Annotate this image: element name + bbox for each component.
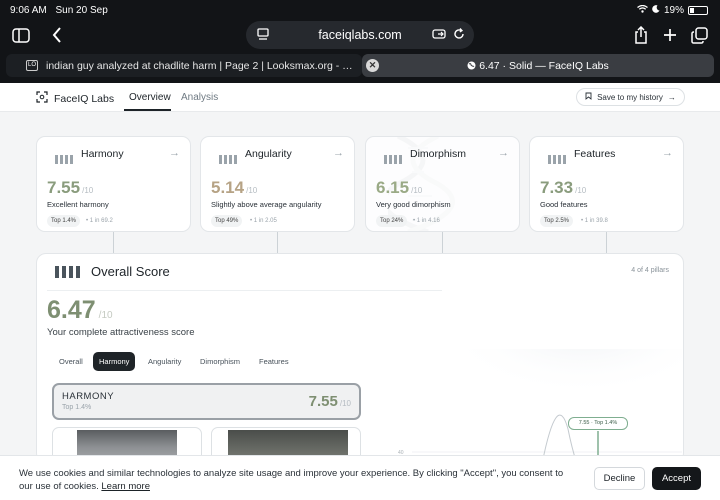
active-tab-indicator [124,109,171,111]
pillar-description: Slightly above average angularity [211,200,322,209]
pillar-name: Features [574,148,616,160]
arrow-right-icon: → [498,147,509,159]
pillar-card-angularity[interactable]: Angularity → 5.14/10 Slightly above aver… [200,136,355,232]
selected-pillar-score: 7.55/10 [308,393,351,410]
pillar-score: 5.14/10 [211,178,258,197]
pillars-icon [55,151,75,169]
pillar-top-percent: Top 24% [376,215,408,227]
decline-button[interactable]: Decline [594,467,645,490]
nav-tab-analysis[interactable]: Analysis [181,92,218,103]
pillar-top-percent: Top 49% [211,215,243,227]
pillars-icon [548,151,568,169]
extension-icon[interactable] [432,27,446,46]
pillars-icon [384,151,404,169]
selected-pillar-summary[interactable]: HARMONY Top 1.4% 7.55/10 [52,383,361,420]
connector-line [442,232,443,253]
save-label: Save to my history [597,92,663,102]
pillar-card-harmony[interactable]: Harmony → 7.55/10 Excellent harmony Top … [36,136,191,232]
brand-logo[interactable]: FaceIQ Labs [36,91,114,106]
tab-angularity[interactable]: Angularity [142,352,187,371]
pillar-rarity: • 1 in 39.8 [581,218,608,224]
sidebar-icon[interactable] [8,22,34,48]
selected-pillar-label: HARMONY [62,391,115,402]
pillar-top-percent: Top 1.4% [47,215,81,227]
battery-percent: 19% [663,5,684,16]
plus-icon[interactable] [657,22,683,48]
tab-faceiq[interactable]: ✕ 6.47 · Solid — FaceIQ Labs [362,54,714,77]
browser-toolbar: faceiqlabs.com [0,20,720,50]
pillars-icon [55,265,82,283]
battery-icon [688,6,708,15]
bookmark-icon [585,92,592,102]
site-header: FaceIQ Labs Overview Analysis Save to my… [0,83,720,112]
score-marker-label: 7.55 · Top 1.4% [568,417,628,430]
tab-looksmax[interactable]: LO indian guy analyzed at chadlite harm … [6,54,362,77]
reload-icon[interactable] [452,27,466,46]
pillar-description: Very good dimorphism [376,200,451,209]
status-bar: 9:06 AM Sun 20 Sep 19% [0,0,720,20]
accept-button[interactable]: Accept [652,467,701,490]
cookie-banner: We use cookies and similar technologies … [0,455,720,500]
arrow-right-icon: → [333,147,344,159]
tab-features[interactable]: Features [253,352,295,371]
overall-score-panel: Overall Score 4 of 4 pillars 6.47/10 You… [36,253,684,463]
scan-face-icon [36,91,48,106]
arrow-right-icon: → [667,92,676,102]
tab-harmony[interactable]: Harmony [93,352,136,371]
address-bar[interactable]: faceiqlabs.com [246,21,474,49]
tab-strip: LO indian guy analyzed at chadlite harm … [0,54,720,78]
tabs-icon[interactable] [686,22,712,48]
pillar-count: 4 of 4 pillars [631,267,669,274]
panel-title: Overall Score [91,264,170,279]
pillar-score: 6.15/10 [376,178,423,197]
moon-icon [652,5,660,16]
divider [47,290,442,291]
pillars-icon [219,151,239,169]
cookie-message: We use cookies and similar technologies … [19,468,564,492]
status-time: 9:06 AM [10,5,47,16]
tab-dimorphism[interactable]: Dimorphism [194,352,246,371]
arrow-right-icon: → [169,147,180,159]
globe-icon [467,61,476,70]
connector-line [113,232,114,253]
pillar-score: 7.33/10 [540,178,587,197]
overall-subtitle: Your complete attractiveness score [47,327,195,338]
brand-name: FaceIQ Labs [54,92,115,105]
pillar-name: Dimorphism [410,148,467,160]
pillar-description: Good features [540,200,588,209]
pillar-score: 7.55/10 [47,178,94,197]
back-icon[interactable] [44,22,70,48]
overall-score: 6.47/10 [47,296,113,324]
pillar-description: Excellent harmony [47,200,109,209]
distribution-chart: 40 7.55 · Top 1.4% [382,349,682,462]
tab-title: indian guy analyzed at chadlite harm | P… [46,60,354,72]
pillar-rarity: • 1 in 69.2 [86,218,113,224]
arrow-right-icon: → [662,147,673,159]
learn-more-link[interactable]: Learn more [101,481,150,492]
browser-chrome: 9:06 AM Sun 20 Sep 19% faceiqlabs.com LO… [0,0,720,83]
pillar-top-percent: Top 2.5% [540,215,574,227]
save-to-history-button[interactable]: Save to my history → [576,88,685,106]
pillar-card-dimorphism[interactable]: Dimorphism → 6.15/10 Very good dimorphis… [365,136,520,232]
pillar-card-features[interactable]: Features → 7.33/10 Good features Top 2.5… [529,136,684,232]
tab-favicon: LO [26,60,38,71]
tab-title: 6.47 · Solid — FaceIQ Labs [362,60,714,72]
selected-pillar-top: Top 1.4% [62,404,92,411]
status-date: Sun 20 Sep [55,5,108,16]
pillar-rarity: • 1 in 4.16 [413,218,440,224]
tab-title-text: 6.47 · Solid — FaceIQ Labs [479,60,609,72]
pillar-name: Angularity [245,148,292,160]
pillar-name: Harmony [81,148,124,160]
nav-tab-overview[interactable]: Overview [129,92,171,103]
pillar-rarity: • 1 in 2.05 [250,218,277,224]
tab-overall[interactable]: Overall [53,352,89,371]
connector-line [277,232,278,253]
share-icon[interactable] [628,22,654,48]
connector-line [606,232,607,253]
wifi-icon [637,4,648,16]
